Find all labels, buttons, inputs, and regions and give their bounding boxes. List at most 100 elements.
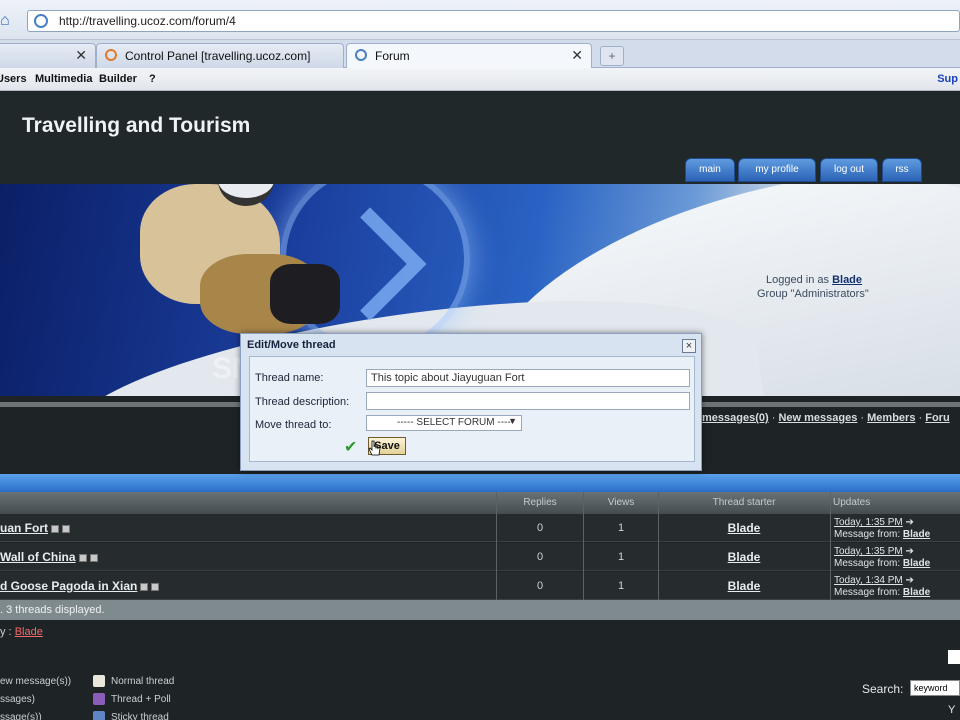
forum-select[interactable]: ----- SELECT FORUM ----- ▼ xyxy=(366,415,522,431)
update-time: Today, 1:34 PM ➔ xyxy=(834,575,914,586)
view-count: 1 xyxy=(617,522,625,534)
thread-starter-link[interactable]: Blade xyxy=(658,579,830,593)
sticky-thread-icon xyxy=(93,711,105,720)
legend-hot-messages: ssage(s)) xyxy=(0,712,42,720)
close-icon[interactable]: × xyxy=(682,339,696,353)
thread-title: d Goose Pagoda in Xian xyxy=(0,579,138,593)
thread-title: Wall of China xyxy=(0,550,76,564)
forum-nav-links: messages(0) · New messages · Members · F… xyxy=(702,412,950,424)
update-from: Message from: Blade xyxy=(834,587,930,598)
legend-normal-thread: Normal thread xyxy=(111,676,175,687)
update-time-link[interactable]: Today, 1:35 PM xyxy=(834,546,903,557)
column-divider xyxy=(496,492,497,600)
check-icon: ✔ xyxy=(344,439,358,456)
normal-thread-icon xyxy=(93,675,105,687)
update-user-link[interactable]: Blade xyxy=(903,587,930,598)
col-updates[interactable]: Updates xyxy=(833,497,870,508)
moderators-line: y : Blade xyxy=(0,626,43,638)
menu-support[interactable]: Sup xyxy=(937,73,958,85)
ucoz-icon xyxy=(105,49,117,61)
thread-title-link[interactable]: uan Fort xyxy=(0,521,70,535)
link-new-messages[interactable]: New messages xyxy=(778,412,857,424)
moderators-label: y : xyxy=(0,626,12,638)
thread-edit-icon[interactable] xyxy=(140,582,149,591)
search-label: Search: xyxy=(862,682,904,696)
thread-title: uan Fort xyxy=(0,521,48,535)
menu-bar: Users Multimedia Builder ? Sup xyxy=(0,68,960,91)
nav-main[interactable]: main xyxy=(685,158,735,182)
site-header: Travelling and Tourism main my profile l… xyxy=(0,92,960,184)
update-time-link[interactable]: Today, 1:35 PM xyxy=(834,517,903,528)
menu-multimedia[interactable]: Multimedia xyxy=(35,73,92,85)
threads-count-bar: . 3 threads displayed. xyxy=(0,600,960,620)
table-row: Wall of China 0 1 Blade Today, 1:35 PM ➔… xyxy=(0,543,960,571)
update-from-label: Message from: xyxy=(834,558,901,569)
update-from: Message from: Blade xyxy=(834,529,930,540)
thread-title-link[interactable]: d Goose Pagoda in Xian xyxy=(0,579,160,593)
forum-favicon-icon xyxy=(355,49,367,61)
legend-thread-poll: Thread + Poll xyxy=(111,694,171,705)
nav-log-out[interactable]: log out xyxy=(820,158,878,182)
page-jump-box[interactable] xyxy=(948,650,960,664)
move-thread-label: Move thread to: xyxy=(255,419,332,431)
close-icon[interactable]: ✕ xyxy=(571,47,583,64)
thread-description-label: Thread description: xyxy=(255,396,350,408)
col-thread-starter[interactable]: Thread starter xyxy=(658,497,830,508)
thread-starter-link[interactable]: Blade xyxy=(658,550,830,564)
browser-toolbar: ⌂ http://travelling.ucoz.com/forum/4 xyxy=(0,0,960,40)
update-time-link[interactable]: Today, 1:34 PM xyxy=(834,575,903,586)
menu-builder[interactable]: Builder xyxy=(99,73,137,85)
table-row: uan Fort 0 1 Blade Today, 1:35 PM ➔ Mess… xyxy=(0,514,960,542)
update-from: Message from: Blade xyxy=(834,558,930,569)
nav-rss[interactable]: rss xyxy=(882,158,922,182)
update-user-link[interactable]: Blade xyxy=(903,529,930,540)
link-forum-rules[interactable]: Foru xyxy=(925,412,949,424)
dialog-body: Thread name: Thread description: Move th… xyxy=(249,356,695,462)
separator: · xyxy=(918,412,923,424)
thread-delete-icon[interactable] xyxy=(62,524,70,533)
col-replies[interactable]: Replies xyxy=(496,497,584,508)
reply-count: 0 xyxy=(536,522,544,534)
menu-users[interactable]: Users xyxy=(0,73,27,85)
address-bar[interactable]: http://travelling.ucoz.com/forum/4 xyxy=(27,10,960,32)
thread-delete-icon[interactable] xyxy=(89,553,98,562)
thread-delete-icon[interactable] xyxy=(151,582,160,591)
legend-new-messages: ew message(s)) xyxy=(0,676,72,687)
thread-description-input[interactable] xyxy=(366,392,690,410)
logged-in-label: Logged in as xyxy=(766,274,829,286)
link-members[interactable]: Members xyxy=(867,412,915,424)
col-views[interactable]: Views xyxy=(584,497,658,508)
tab-forum[interactable]: Forum ✕ xyxy=(346,43,592,69)
tab-control-panel[interactable]: Control Panel [travelling.ucoz.com] xyxy=(96,43,344,68)
user-link[interactable]: Blade xyxy=(832,274,862,286)
forum-title-bar xyxy=(0,474,960,492)
thread-title-link[interactable]: Wall of China xyxy=(0,550,98,564)
reply-count: 0 xyxy=(536,580,544,592)
update-user-link[interactable]: Blade xyxy=(903,558,930,569)
home-icon[interactable]: ⌂ xyxy=(0,12,18,30)
thread-starter-link[interactable]: Blade xyxy=(658,521,830,535)
tab-label: Control Panel [travelling.ucoz.com] xyxy=(125,49,311,63)
search-input[interactable] xyxy=(910,680,960,696)
legend-sticky-thread: Sticky thread xyxy=(111,712,169,720)
threads-count: . 3 threads displayed. xyxy=(0,604,105,616)
new-tab-button[interactable]: + xyxy=(600,46,624,66)
table-row: d Goose Pagoda in Xian 0 1 Blade Today, … xyxy=(0,572,960,600)
separator: · xyxy=(860,412,865,424)
snowboard xyxy=(270,264,340,324)
thread-edit-icon[interactable] xyxy=(51,524,59,533)
thread-edit-icon[interactable] xyxy=(78,553,87,562)
chevron-down-icon: ▼ xyxy=(508,416,517,426)
tab-previous[interactable]: ✕ xyxy=(0,43,96,68)
view-count: 1 xyxy=(617,580,625,592)
link-messages[interactable]: messages(0) xyxy=(702,412,769,424)
update-from-label: Message from: xyxy=(834,529,901,540)
address-url[interactable]: http://travelling.ucoz.com/forum/4 xyxy=(59,14,236,28)
nav-my-profile[interactable]: my profile xyxy=(738,158,816,182)
thread-name-input[interactable] xyxy=(366,369,690,387)
moderator-link[interactable]: Blade xyxy=(15,626,43,638)
menu-help[interactable]: ? xyxy=(149,73,156,85)
poll-thread-icon xyxy=(93,693,105,705)
thread-name-label: Thread name: xyxy=(255,372,324,384)
close-icon[interactable]: ✕ xyxy=(75,47,87,64)
